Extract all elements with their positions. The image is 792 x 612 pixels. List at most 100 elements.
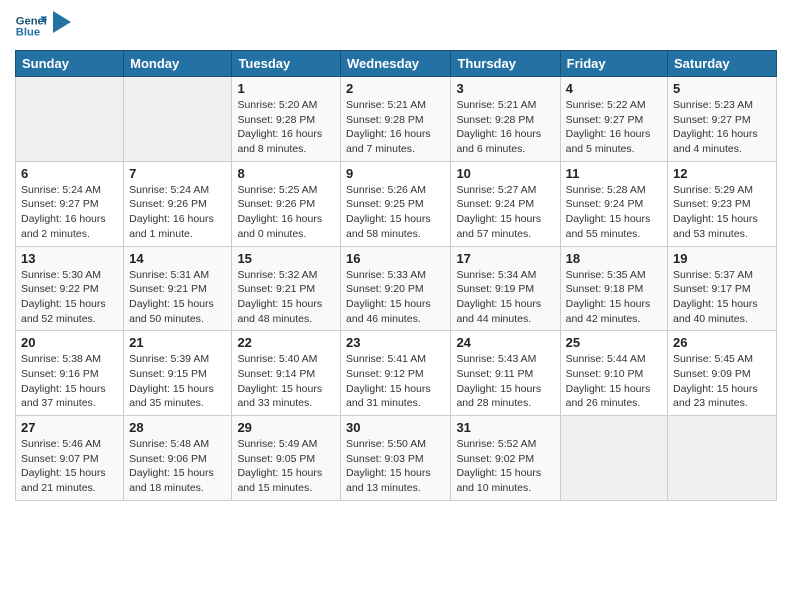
day-info: Sunrise: 5:22 AM Sunset: 9:27 PM Dayligh… xyxy=(566,98,662,157)
calendar-cell: 25Sunrise: 5:44 AM Sunset: 9:10 PM Dayli… xyxy=(560,331,667,416)
calendar-cell: 8 Sunrise: 5:25 AM Sunset: 9:26 PM Daylig… xyxy=(232,161,341,246)
day-info: Sunrise: 5:43 AM Sunset: 9:11 PM Dayligh… xyxy=(456,352,554,411)
logo: General Blue xyxy=(15,10,71,42)
svg-text:Blue: Blue xyxy=(16,27,40,39)
day-info: Sunrise: 5:50 AM Sunset: 9:03 PM Dayligh… xyxy=(346,437,445,496)
calendar-cell: 12 Sunrise: 5:29 AM Sunset: 9:23 PM Dayli… xyxy=(668,161,777,246)
day-info: Sunrise: 5:21 AM Sunset: 9:28 PM Dayligh… xyxy=(346,98,445,157)
day-info: Sunrise: 5:24 AM Sunset: 9:26 PM Dayligh… xyxy=(129,183,226,242)
weekday-header-row: SundayMondayTuesdayWednesdayThursdayFrid… xyxy=(16,51,777,77)
calendar-cell: 20Sunrise: 5:38 AM Sunset: 9:16 PM Dayli… xyxy=(16,331,124,416)
day-info: Sunrise: 5:46 AM Sunset: 9:07 PM Dayligh… xyxy=(21,437,118,496)
day-number: 6 xyxy=(21,166,118,181)
calendar-cell: 10Sunrise: 5:27 AM Sunset: 9:24 PM Dayli… xyxy=(451,161,560,246)
day-number: 12 xyxy=(673,166,771,181)
day-number: 19 xyxy=(673,251,771,266)
week-row-4: 20Sunrise: 5:38 AM Sunset: 9:16 PM Dayli… xyxy=(16,331,777,416)
day-info: Sunrise: 5:35 AM Sunset: 9:18 PM Dayligh… xyxy=(566,268,662,327)
day-info: Sunrise: 5:29 AM Sunset: 9:23 PM Dayligh… xyxy=(673,183,771,242)
day-info: Sunrise: 5:27 AM Sunset: 9:24 PM Dayligh… xyxy=(456,183,554,242)
day-number: 31 xyxy=(456,420,554,435)
day-number: 5 xyxy=(673,81,771,96)
calendar-cell: 18 Sunrise: 5:35 AM Sunset: 9:18 PM Dayli… xyxy=(560,246,667,331)
calendar-cell: 13Sunrise: 5:30 AM Sunset: 9:22 PM Dayli… xyxy=(16,246,124,331)
day-info: Sunrise: 5:23 AM Sunset: 9:27 PM Dayligh… xyxy=(673,98,771,157)
week-row-3: 13Sunrise: 5:30 AM Sunset: 9:22 PM Dayli… xyxy=(16,246,777,331)
calendar-cell xyxy=(124,77,232,162)
week-row-1: 1 Sunrise: 5:20 AM Sunset: 9:28 PM Daylig… xyxy=(16,77,777,162)
day-info: Sunrise: 5:33 AM Sunset: 9:20 PM Dayligh… xyxy=(346,268,445,327)
day-info: Sunrise: 5:49 AM Sunset: 9:05 PM Dayligh… xyxy=(237,437,335,496)
day-number: 4 xyxy=(566,81,662,96)
logo-icon: General Blue xyxy=(15,10,47,42)
day-number: 1 xyxy=(237,81,335,96)
calendar-cell: 5 Sunrise: 5:23 AM Sunset: 9:27 PM Daylig… xyxy=(668,77,777,162)
day-info: Sunrise: 5:20 AM Sunset: 9:28 PM Dayligh… xyxy=(237,98,335,157)
day-number: 13 xyxy=(21,251,118,266)
calendar-body: 1 Sunrise: 5:20 AM Sunset: 9:28 PM Daylig… xyxy=(16,77,777,501)
day-number: 21 xyxy=(129,335,226,350)
calendar-cell: 16 Sunrise: 5:33 AM Sunset: 9:20 PM Dayli… xyxy=(341,246,451,331)
day-number: 17 xyxy=(456,251,554,266)
day-info: Sunrise: 5:31 AM Sunset: 9:21 PM Dayligh… xyxy=(129,268,226,327)
week-row-5: 27Sunrise: 5:46 AM Sunset: 9:07 PM Dayli… xyxy=(16,416,777,501)
calendar-cell: 31 Sunrise: 5:52 AM Sunset: 9:02 PM Dayli… xyxy=(451,416,560,501)
day-info: Sunrise: 5:25 AM Sunset: 9:26 PM Dayligh… xyxy=(237,183,335,242)
day-number: 14 xyxy=(129,251,226,266)
week-row-2: 6 Sunrise: 5:24 AM Sunset: 9:27 PM Daylig… xyxy=(16,161,777,246)
day-number: 30 xyxy=(346,420,445,435)
day-info: Sunrise: 5:24 AM Sunset: 9:27 PM Dayligh… xyxy=(21,183,118,242)
calendar-cell: 30 Sunrise: 5:50 AM Sunset: 9:03 PM Dayli… xyxy=(341,416,451,501)
day-info: Sunrise: 5:21 AM Sunset: 9:28 PM Dayligh… xyxy=(456,98,554,157)
day-info: Sunrise: 5:41 AM Sunset: 9:12 PM Dayligh… xyxy=(346,352,445,411)
weekday-wednesday: Wednesday xyxy=(341,51,451,77)
day-number: 9 xyxy=(346,166,445,181)
calendar-cell xyxy=(16,77,124,162)
day-number: 18 xyxy=(566,251,662,266)
day-info: Sunrise: 5:44 AM Sunset: 9:10 PM Dayligh… xyxy=(566,352,662,411)
day-number: 28 xyxy=(129,420,226,435)
day-number: 16 xyxy=(346,251,445,266)
calendar-cell: 24Sunrise: 5:43 AM Sunset: 9:11 PM Dayli… xyxy=(451,331,560,416)
weekday-thursday: Thursday xyxy=(451,51,560,77)
weekday-sunday: Sunday xyxy=(16,51,124,77)
calendar-cell: 11 Sunrise: 5:28 AM Sunset: 9:24 PM Dayli… xyxy=(560,161,667,246)
weekday-monday: Monday xyxy=(124,51,232,77)
day-number: 26 xyxy=(673,335,771,350)
calendar-cell: 9Sunrise: 5:26 AM Sunset: 9:25 PM Daylig… xyxy=(341,161,451,246)
day-info: Sunrise: 5:52 AM Sunset: 9:02 PM Dayligh… xyxy=(456,437,554,496)
calendar-cell: 19 Sunrise: 5:37 AM Sunset: 9:17 PM Dayli… xyxy=(668,246,777,331)
day-number: 23 xyxy=(346,335,445,350)
weekday-saturday: Saturday xyxy=(668,51,777,77)
calendar-cell: 1 Sunrise: 5:20 AM Sunset: 9:28 PM Daylig… xyxy=(232,77,341,162)
day-number: 11 xyxy=(566,166,662,181)
calendar-cell: 14 Sunrise: 5:31 AM Sunset: 9:21 PM Dayli… xyxy=(124,246,232,331)
calendar-cell: 4 Sunrise: 5:22 AM Sunset: 9:27 PM Daylig… xyxy=(560,77,667,162)
calendar-cell: 27Sunrise: 5:46 AM Sunset: 9:07 PM Dayli… xyxy=(16,416,124,501)
weekday-tuesday: Tuesday xyxy=(232,51,341,77)
day-info: Sunrise: 5:37 AM Sunset: 9:17 PM Dayligh… xyxy=(673,268,771,327)
day-info: Sunrise: 5:32 AM Sunset: 9:21 PM Dayligh… xyxy=(237,268,335,327)
day-number: 8 xyxy=(237,166,335,181)
calendar-cell: 21Sunrise: 5:39 AM Sunset: 9:15 PM Dayli… xyxy=(124,331,232,416)
day-number: 15 xyxy=(237,251,335,266)
calendar-table: SundayMondayTuesdayWednesdayThursdayFrid… xyxy=(15,50,777,501)
calendar-cell xyxy=(560,416,667,501)
calendar-cell: 6 Sunrise: 5:24 AM Sunset: 9:27 PM Daylig… xyxy=(16,161,124,246)
calendar-cell: 23 Sunrise: 5:41 AM Sunset: 9:12 PM Dayli… xyxy=(341,331,451,416)
header: General Blue xyxy=(15,10,777,42)
day-info: Sunrise: 5:45 AM Sunset: 9:09 PM Dayligh… xyxy=(673,352,771,411)
day-info: Sunrise: 5:40 AM Sunset: 9:14 PM Dayligh… xyxy=(237,352,335,411)
calendar-cell: 7Sunrise: 5:24 AM Sunset: 9:26 PM Daylig… xyxy=(124,161,232,246)
calendar-cell: 3Sunrise: 5:21 AM Sunset: 9:28 PM Daylig… xyxy=(451,77,560,162)
calendar-cell: 2Sunrise: 5:21 AM Sunset: 9:28 PM Daylig… xyxy=(341,77,451,162)
calendar-cell: 29Sunrise: 5:49 AM Sunset: 9:05 PM Dayli… xyxy=(232,416,341,501)
day-info: Sunrise: 5:34 AM Sunset: 9:19 PM Dayligh… xyxy=(456,268,554,327)
calendar-cell: 28Sunrise: 5:48 AM Sunset: 9:06 PM Dayli… xyxy=(124,416,232,501)
calendar-cell: 26 Sunrise: 5:45 AM Sunset: 9:09 PM Dayli… xyxy=(668,331,777,416)
calendar-cell: 15 Sunrise: 5:32 AM Sunset: 9:21 PM Dayli… xyxy=(232,246,341,331)
calendar-cell xyxy=(668,416,777,501)
calendar-cell: 22Sunrise: 5:40 AM Sunset: 9:14 PM Dayli… xyxy=(232,331,341,416)
day-info: Sunrise: 5:28 AM Sunset: 9:24 PM Dayligh… xyxy=(566,183,662,242)
calendar-cell: 17 Sunrise: 5:34 AM Sunset: 9:19 PM Dayli… xyxy=(451,246,560,331)
